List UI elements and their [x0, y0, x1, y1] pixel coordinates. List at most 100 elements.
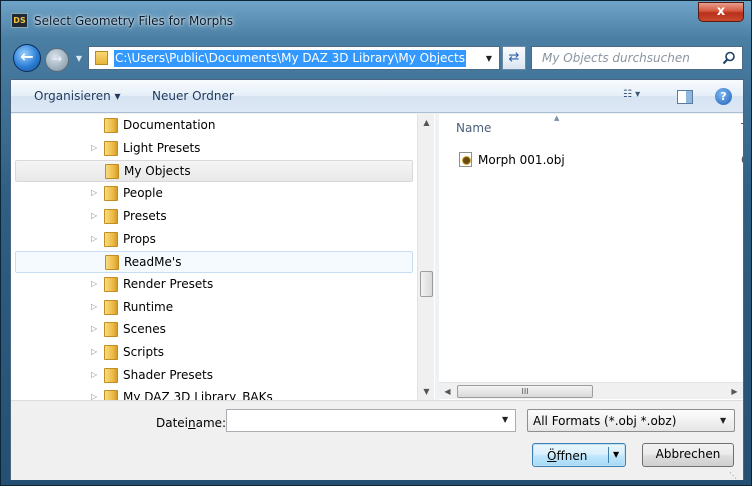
folder-icon	[105, 164, 119, 180]
obj-file-icon	[459, 152, 472, 167]
tree-item-label: Props	[123, 231, 156, 246]
folder-icon	[104, 390, 118, 400]
tree-item-label: People	[123, 186, 163, 201]
tree-item-label: Light Presets	[123, 140, 201, 155]
folder-icon	[105, 255, 119, 271]
open-button-divider	[608, 447, 609, 463]
expand-arrow-icon[interactable]: ▷	[91, 392, 101, 400]
view-options-icon[interactable]: ☷ ▾	[623, 89, 657, 105]
sort-ascending-icon: ▲	[554, 114, 560, 122]
dialog-client-area: Organisieren ▾ Neuer Ordner ☷ ▾ ? ▷ My DA…	[10, 79, 744, 480]
folder-icon	[104, 276, 118, 292]
tree-item[interactable]: My Objects	[15, 160, 413, 183]
tree-item-label: Scenes	[123, 322, 166, 337]
tree-item[interactable]: ▷ Render Presets	[15, 274, 413, 296]
dialog-window: DS Select Geometry Files for Morphs x ← …	[0, 0, 752, 486]
filename-label-pre: Datei	[156, 416, 189, 430]
tree-item-label: Shader Presets	[123, 367, 213, 382]
filename-label-accel: n	[188, 416, 196, 430]
search-icon[interactable]	[721, 50, 737, 66]
expand-arrow-icon[interactable]: ▷	[91, 211, 101, 221]
window-title: Select Geometry Files for Morphs	[34, 14, 234, 28]
title-bar[interactable]: DS Select Geometry Files for Morphs x	[1, 1, 752, 35]
help-icon[interactable]: ?	[715, 88, 732, 105]
file-list-horizontal-scrollbar[interactable]: ◀ III ▶	[439, 382, 743, 399]
expand-arrow-icon[interactable]: ▷	[91, 279, 101, 289]
expand-arrow-icon[interactable]: ▷	[91, 324, 101, 334]
preview-pane-icon[interactable]	[677, 90, 693, 104]
tree-item[interactable]: ▷ People	[15, 183, 413, 205]
folder-icon	[104, 345, 118, 360]
tree-item[interactable]: Documentation	[15, 115, 413, 137]
tree-item-label: My Objects	[124, 164, 191, 179]
folder-icon	[104, 186, 118, 202]
tree-item-label: Documentation	[123, 118, 216, 132]
file-name: Morph 001.obj	[478, 153, 565, 167]
address-bar[interactable]: C:\Users\Public\Documents\My DAZ 3D Libr…	[88, 46, 500, 70]
folder-icon	[104, 231, 118, 247]
column-header-type[interactable]: Ty	[741, 121, 743, 135]
tree-item[interactable]: ▷ Scripts	[15, 342, 413, 364]
filename-label: Dateiname:	[156, 416, 226, 430]
scroll-down-icon[interactable]: ▼	[418, 383, 435, 400]
back-arrow-icon[interactable]: ←	[13, 44, 41, 72]
file-type-filter-select[interactable]: All Formats (*.obj *.obz) ▼	[527, 409, 735, 432]
new-folder-button[interactable]: Neuer Ordner	[152, 89, 234, 103]
tree-item[interactable]: ▷ My DAZ 3D Library_BAKs	[15, 387, 413, 400]
tree-item[interactable]: ▷ Scenes	[15, 319, 413, 341]
search-placeholder: My Objects durchsuchen	[542, 51, 690, 65]
daz-studio-app-icon: DS	[11, 13, 28, 28]
tree-item-label: Runtime	[123, 299, 174, 314]
close-button[interactable]: x	[698, 2, 744, 22]
cancel-button[interactable]: Abbrechen	[642, 443, 734, 467]
scroll-up-icon[interactable]: ▲	[418, 114, 435, 131]
tree-vertical-scrollbar[interactable]: ▲ ▼	[417, 114, 434, 400]
tree-item[interactable]: ▷ Props	[15, 229, 413, 251]
file-type-filter-value: All Formats (*.obj *.obz)	[533, 414, 677, 428]
expand-arrow-icon[interactable]: ▷	[91, 143, 101, 153]
filename-label-post: ame:	[195, 416, 227, 430]
column-header-name[interactable]: Name	[456, 121, 491, 135]
command-bar: Organisieren ▾ Neuer Ordner ☷ ▾ ?	[11, 80, 743, 113]
folder-icon	[95, 51, 108, 65]
forward-arrow-icon[interactable]: →	[45, 48, 69, 72]
tree-scroll-thumb[interactable]	[420, 271, 433, 297]
open-options-dropdown-icon[interactable]: ▼	[613, 450, 619, 459]
expand-arrow-icon[interactable]: ▷	[91, 302, 101, 312]
file-name-form: Dateiname: ▼ All Formats (*.obj *.obz) ▼…	[11, 400, 743, 480]
tree-item[interactable]: ▷ Presets	[15, 206, 413, 228]
address-dropdown-icon[interactable]: ▼	[483, 53, 495, 65]
address-path[interactable]: C:\Users\Public\Documents\My DAZ 3D Libr…	[114, 50, 466, 67]
expand-arrow-icon[interactable]: ▷	[91, 188, 101, 198]
tree-item-label: Render Presets	[123, 276, 214, 291]
tree-item-label: My DAZ 3D Library_BAKs	[123, 390, 273, 400]
folder-icon	[104, 208, 118, 224]
tree-item[interactable]: ▷ Shader Presets	[15, 365, 413, 387]
recent-locations-dropdown-icon[interactable]: ▼	[73, 53, 85, 65]
horizontal-scroll-thumb[interactable]: III	[457, 385, 593, 398]
chevron-down-icon: ▼	[720, 416, 727, 425]
scroll-left-icon[interactable]: ◀	[439, 383, 456, 400]
file-list[interactable]: ▲ Name Ty Morph 001.obj O	[439, 114, 743, 400]
expand-arrow-icon[interactable]: ▷	[91, 347, 101, 357]
navigation-tree[interactable]: ▷ My DAZ 3D Library_BAKs ▷ Shader Presets ▷ S…	[11, 114, 435, 400]
scroll-right-icon[interactable]: ▶	[726, 383, 743, 400]
file-row[interactable]: Morph 001.obj O	[456, 152, 743, 170]
open-button[interactable]: Öffnen ▼	[532, 443, 626, 467]
search-input[interactable]: My Objects durchsuchen	[531, 46, 743, 70]
tree-item-label: Presets	[123, 208, 167, 223]
tree-item[interactable]: ▷ Runtime	[15, 297, 413, 319]
tree-item[interactable]: ▷ Light Presets	[15, 138, 413, 160]
refresh-button[interactable]: ⇄	[502, 46, 526, 70]
organize-menu-button[interactable]: Organisieren ▾	[34, 89, 121, 103]
filename-history-dropdown-icon[interactable]: ▼	[502, 415, 508, 424]
resize-grip-icon[interactable]: ⋱	[729, 471, 739, 481]
tree-item-label: Scripts	[123, 345, 165, 359]
filename-input[interactable]: ▼	[226, 409, 516, 432]
open-button-label: Öffnen	[547, 449, 587, 463]
folder-icon	[104, 322, 118, 338]
expand-arrow-icon[interactable]: ▷	[91, 370, 101, 380]
folder-icon	[104, 118, 118, 133]
expand-arrow-icon[interactable]: ▷	[91, 234, 101, 244]
tree-item[interactable]: ReadMe's	[15, 251, 413, 274]
